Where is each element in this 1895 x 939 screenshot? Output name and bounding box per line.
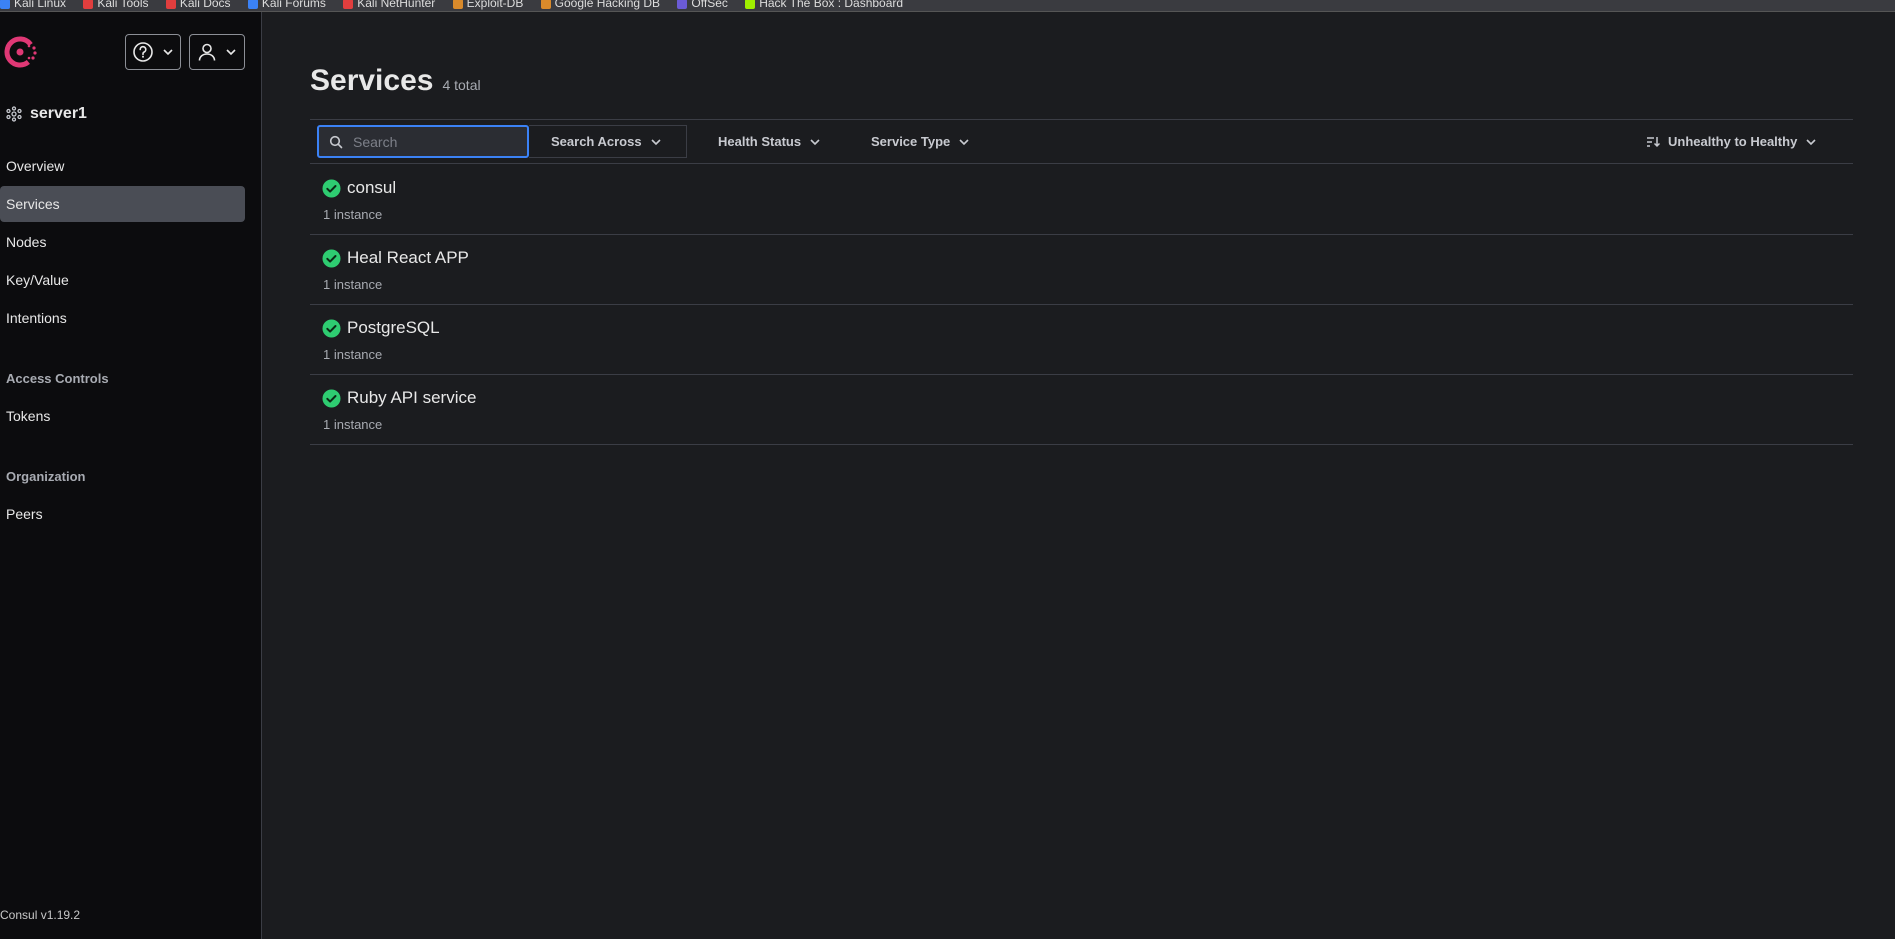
instance-count: 1 instance — [323, 277, 383, 292]
service-row[interactable]: consul 1 instance — [310, 165, 1853, 235]
sidebar-item-nodes[interactable]: Nodes — [0, 224, 245, 260]
check-circle-icon — [322, 319, 341, 337]
bookmark[interactable]: Kali Docs — [165, 0, 231, 10]
service-name[interactable]: Ruby API service — [347, 388, 476, 408]
bookmark[interactable]: OffSec — [677, 0, 728, 10]
version-label: Consul v1.19.2 — [0, 908, 81, 922]
sort-dropdown[interactable]: Unhealthy to Healthy — [1646, 125, 1817, 158]
sort-label: Unhealthy to Healthy — [1668, 134, 1798, 149]
user-menu-button[interactable] — [189, 34, 245, 70]
help-menu-button[interactable] — [125, 34, 181, 70]
sidebar-item-tokens[interactable]: Tokens — [0, 398, 245, 434]
organization-heading: Organization — [6, 469, 86, 484]
bookmark-label: Exploit-DB — [466, 0, 524, 10]
check-circle-icon — [322, 249, 341, 267]
sidebar-item-services[interactable]: Services — [0, 186, 245, 222]
check-circle-icon — [322, 179, 341, 197]
bookmark-label: OffSec — [691, 0, 728, 10]
service-name-wrapper: PostgreSQL — [322, 318, 440, 338]
service-name-wrapper: consul — [322, 178, 396, 198]
sidebar-item-key-value[interactable]: Key/Value — [0, 262, 245, 298]
service-name[interactable]: Heal React APP — [347, 248, 469, 268]
service-type-label: Service Type — [871, 134, 951, 149]
search-across-label: Search Across — [551, 134, 642, 149]
datacenter-name: server1 — [30, 105, 87, 122]
sidebar-item-label: Overview — [6, 158, 65, 174]
health-status-dropdown[interactable]: Health Status — [718, 125, 821, 158]
search-input[interactable] — [353, 133, 513, 150]
service-name-wrapper: Heal React APP — [322, 248, 469, 268]
datacenter-icon — [6, 106, 22, 122]
service-name[interactable]: consul — [347, 178, 396, 198]
bookmark-label: Kali Linux — [14, 0, 67, 10]
filter-bar: Search Across Health Status Service Type… — [310, 119, 1853, 164]
service-name[interactable]: PostgreSQL — [347, 318, 440, 338]
bookmark-label: Hack The Box : Dashboard — [759, 0, 904, 10]
page-header: Services 4 total — [310, 64, 481, 98]
bookmark-label: Kali Forums — [261, 0, 326, 10]
page-title: Services — [310, 64, 434, 97]
bookmark-label: Kali Docs — [179, 0, 231, 10]
sidebar-item-label: Key/Value — [6, 272, 69, 288]
datacenter-selector[interactable]: server1 — [6, 105, 87, 123]
chevron-down-icon — [163, 49, 173, 56]
chevron-down-icon — [959, 138, 969, 145]
service-count: 4 total — [442, 77, 481, 93]
consul-logo-icon[interactable] — [4, 34, 40, 70]
sidebar-item-label: Services — [6, 196, 60, 212]
instance-count: 1 instance — [323, 347, 383, 362]
chevron-down-icon — [810, 138, 820, 145]
bookmark[interactable]: Kali NetHunter — [343, 0, 435, 9]
bookmark-label: Google Hacking DB — [554, 0, 661, 10]
chevron-down-icon — [1806, 138, 1816, 145]
sidebar-item-label: Nodes — [6, 234, 47, 250]
sort-icon — [1647, 136, 1660, 147]
instance-count: 1 instance — [323, 417, 383, 432]
instance-count: 1 instance — [323, 207, 383, 222]
sidebar-item-intentions[interactable]: Intentions — [0, 300, 245, 336]
sidebar-item-peers[interactable]: Peers — [0, 496, 245, 532]
service-name-wrapper: Ruby API service — [322, 388, 476, 408]
bookmark-label: Kali NetHunter — [357, 0, 436, 10]
sidebar-item-label: Intentions — [6, 310, 67, 326]
sidebar-item-label: Tokens — [6, 408, 51, 424]
bookmark[interactable]: Kali Tools — [83, 0, 149, 10]
service-row[interactable]: Ruby API service 1 instance — [310, 375, 1853, 445]
bookmark-label: Kali Tools — [97, 0, 149, 10]
main-content: Services 4 total Search Across Health St… — [263, 12, 1895, 939]
chevron-down-icon — [651, 138, 661, 145]
service-row[interactable]: Heal React APP 1 instance — [310, 235, 1853, 305]
bookmarks-bar: Kali Linux Kali Tools Kali Docs Kali For… — [0, 0, 1895, 12]
bookmark[interactable]: Google Hacking DB — [540, 0, 661, 10]
help-icon — [133, 42, 153, 62]
bookmark[interactable]: Kali Forums — [247, 0, 326, 10]
bookmark[interactable]: Kali Linux — [0, 0, 66, 9]
search-icon — [329, 135, 343, 148]
sidebar-item-label: Peers — [6, 506, 43, 522]
bookmark[interactable]: Exploit-DB — [452, 0, 524, 10]
service-type-dropdown[interactable]: Service Type — [871, 125, 970, 158]
service-row[interactable]: PostgreSQL 1 instance — [310, 305, 1853, 375]
access-controls-heading: Access Controls — [6, 371, 109, 386]
check-circle-icon — [322, 389, 341, 407]
sidebar-item-overview[interactable]: Overview — [0, 148, 245, 184]
search-across-dropdown[interactable]: Search Across — [529, 125, 687, 158]
chevron-down-icon — [226, 49, 236, 56]
user-icon — [198, 43, 216, 61]
search-box[interactable] — [317, 125, 529, 158]
bookmark[interactable]: Hack The Box : Dashboard — [745, 0, 903, 9]
sidebar: server1 Overview Services Nodes Key/Valu… — [0, 12, 262, 939]
health-status-label: Health Status — [718, 134, 802, 149]
